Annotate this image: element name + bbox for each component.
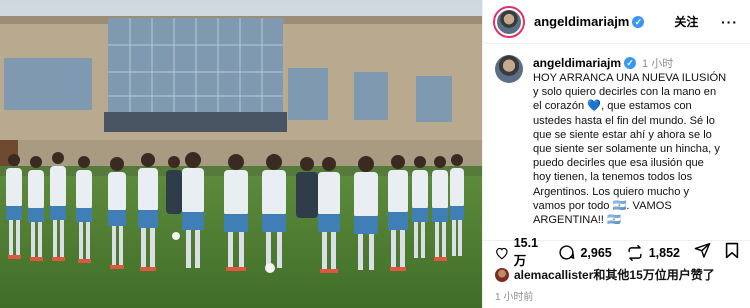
caption-time-ago: 1 小时 xyxy=(642,58,674,70)
liked-by-avatar xyxy=(495,267,509,282)
post-header: angeldimariajm ✓ 关注 ··· xyxy=(483,0,750,44)
caption-head: angeldimariajm ✓ 1 小时 xyxy=(533,55,743,71)
caption-section: angeldimariajm ✓ 1 小时 HOY ARRANCA UNA NU… xyxy=(483,44,750,227)
caption-author-avatar[interactable] xyxy=(495,55,523,83)
liked-by-row[interactable]: alemacallister和其他15万位用户赞了 xyxy=(495,266,715,283)
verified-badge-icon: ✓ xyxy=(624,57,637,69)
follow-button[interactable]: 关注 xyxy=(674,13,698,30)
author-avatar[interactable] xyxy=(493,5,525,38)
likes-count: 15.1 万 xyxy=(513,236,539,268)
post-photo[interactable] xyxy=(0,0,482,308)
heart-icon xyxy=(496,247,508,259)
more-options-icon[interactable]: ··· xyxy=(721,14,738,30)
share-icon xyxy=(694,242,711,258)
action-bar: 15.1 万 2,965 1,852 xyxy=(483,236,750,268)
post-date: 1 小时前 xyxy=(495,292,534,303)
reposts-count: 1,852 xyxy=(648,245,680,260)
repost-button[interactable]: 1,852 xyxy=(626,244,680,261)
verified-badge-icon: ✓ xyxy=(632,15,645,28)
author-username[interactable]: angeldimariajm xyxy=(534,14,629,29)
caption-text: HOY ARRANCA UNA NUEVA ILUSIÓN y solo qui… xyxy=(533,72,727,227)
comment-icon xyxy=(559,245,575,260)
team-huddle-photo xyxy=(0,0,482,308)
bookmark-button[interactable] xyxy=(725,242,739,264)
post-detail-panel: angeldimariajm ✓ 关注 ··· angeldimariajm ✓… xyxy=(482,0,750,308)
liked-by-text: alemacallister和其他15万位用户赞了 xyxy=(514,268,715,282)
comments-count: 2,965 xyxy=(580,245,612,260)
caption-body: angeldimariajm ✓ 1 小时 HOY ARRANCA UNA NU… xyxy=(533,55,743,227)
repost-icon xyxy=(628,244,642,261)
comment-button[interactable]: 2,965 xyxy=(558,244,612,261)
like-button[interactable]: 15.1 万 xyxy=(495,236,544,269)
bookmark-icon xyxy=(725,242,739,258)
share-button[interactable] xyxy=(694,242,711,263)
caption-username[interactable]: angeldimariajm xyxy=(533,56,621,70)
